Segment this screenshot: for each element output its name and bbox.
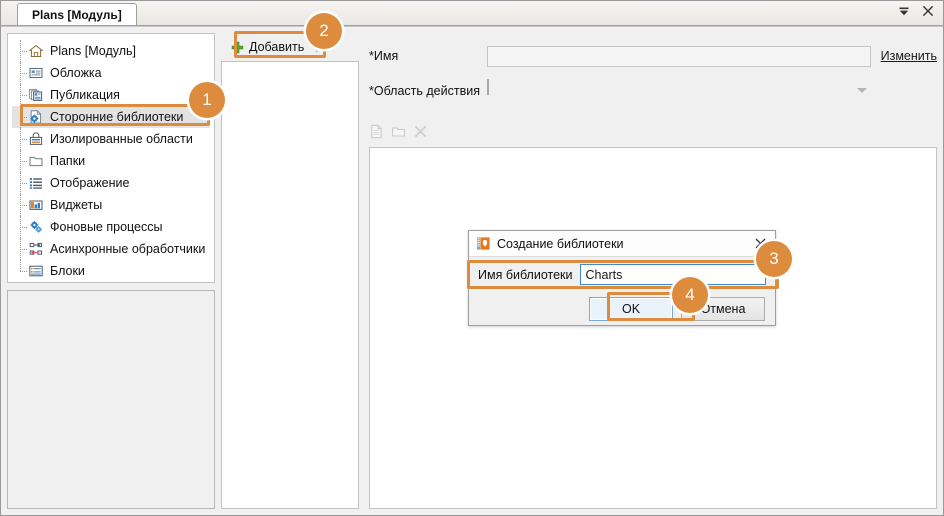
- tree-connector: [16, 62, 28, 84]
- module-editor-window: Plans [Модуль]: [0, 0, 944, 516]
- publication-icon: [28, 87, 44, 103]
- dialog-titlebar: Создание библиотеки: [469, 231, 775, 257]
- window-titlebar: Plans [Модуль]: [1, 1, 943, 26]
- scope-label: *Область действия: [369, 84, 487, 98]
- chevron-down-icon[interactable]: [897, 4, 911, 18]
- dialog-buttons: OK Отмена: [478, 297, 766, 321]
- tree-connector: [16, 238, 28, 260]
- tree-connector: [16, 84, 28, 106]
- dialog-name-row: Имя библиотеки: [478, 264, 766, 285]
- tab-plans-module[interactable]: Plans [Модуль]: [17, 3, 137, 25]
- home-icon: [28, 43, 44, 59]
- tree-connector: [16, 150, 28, 172]
- tree-connector: [16, 194, 28, 216]
- tree-item-label: Папки: [50, 153, 85, 169]
- scope-select-box[interactable]: [487, 79, 489, 95]
- isolated-area-icon: [28, 131, 44, 147]
- tree-item-label: Виджеты: [50, 197, 102, 213]
- dialog-name-field[interactable]: [580, 264, 766, 285]
- tree-item-label: Отображение: [50, 175, 129, 191]
- tree-item-background-processes[interactable]: Фоновые процессы: [12, 216, 210, 238]
- tree-item-third-party-libraries[interactable]: Сторонние библиотеки: [12, 106, 210, 128]
- name-label: *Имя: [369, 49, 487, 63]
- dialog-cancel-button[interactable]: Отмена: [681, 297, 765, 321]
- tree-item-label: Plans [Модуль]: [50, 43, 136, 59]
- tree-item-cover[interactable]: Обложка: [12, 62, 210, 84]
- library-list[interactable]: [221, 61, 359, 509]
- left-column: Plans [Модуль] Обложка: [7, 33, 221, 509]
- tab-label: Plans [Модуль]: [32, 8, 122, 22]
- tree-connector: [16, 216, 28, 238]
- change-link[interactable]: Изменить: [881, 49, 937, 63]
- tree-item-async-handlers[interactable]: Асинхронные обработчики: [12, 238, 210, 260]
- new-file-icon[interactable]: [369, 124, 384, 139]
- tree-connector: [16, 106, 28, 128]
- dialog-name-label: Имя библиотеки: [478, 268, 573, 282]
- gears-icon: [28, 219, 44, 235]
- module-tree[interactable]: Plans [Модуль] Обложка: [7, 33, 215, 283]
- tree-item-folders[interactable]: Папки: [12, 150, 210, 172]
- app-icon: [477, 237, 490, 250]
- scope-select[interactable]: [487, 80, 875, 102]
- tree-item-label: Асинхронные обработчики: [50, 241, 205, 257]
- close-icon[interactable]: [751, 235, 769, 253]
- widgets-icon: [28, 197, 44, 213]
- tree-item-blocks[interactable]: Блоки: [12, 260, 210, 282]
- folder-icon: [28, 153, 44, 169]
- blocks-icon: [28, 263, 44, 279]
- file-toolbar: [369, 119, 937, 143]
- dialog-ok-button[interactable]: OK: [589, 297, 673, 321]
- tree-connector: [16, 260, 28, 282]
- dialog-body: Имя библиотеки OK Отмена: [469, 257, 775, 325]
- tree-item-label: Сторонние библиотеки: [50, 109, 183, 125]
- name-field-row: *Имя Изменить: [369, 45, 937, 67]
- list-icon: [28, 175, 44, 191]
- tree-item-plans-module[interactable]: Plans [Модуль]: [12, 40, 210, 62]
- add-button[interactable]: Добавить: [227, 38, 308, 56]
- scope-field-row: *Область действия: [369, 80, 937, 102]
- async-icon: [28, 241, 44, 257]
- tree-connector: [16, 172, 28, 194]
- name-input[interactable]: [487, 46, 871, 67]
- tree-item-widgets[interactable]: Виджеты: [12, 194, 210, 216]
- tree-connector: [16, 40, 28, 62]
- file-content-area[interactable]: [369, 147, 937, 509]
- dialog-title: Создание библиотеки: [497, 237, 751, 251]
- chevron-down-icon: [857, 88, 867, 93]
- tree-connector: [16, 128, 28, 150]
- library-list-column: Добавить: [221, 33, 365, 509]
- tree-item-label: Фоновые процессы: [50, 219, 163, 235]
- window-controls: [897, 4, 935, 18]
- tree-item-label: Блоки: [50, 263, 85, 279]
- tree-item-publication[interactable]: Публикация: [12, 84, 210, 106]
- tree-item-label: Обложка: [50, 65, 102, 81]
- folder-icon[interactable]: [391, 124, 406, 139]
- card-icon: [28, 65, 44, 81]
- tree-item-label: Изолированные области: [50, 131, 193, 147]
- tree-item-isolated-areas[interactable]: Изолированные области: [12, 128, 210, 150]
- tree-item-display[interactable]: Отображение: [12, 172, 210, 194]
- tree-item-label: Публикация: [50, 87, 120, 103]
- close-icon[interactable]: [921, 4, 935, 18]
- close-x-icon: [314, 40, 328, 54]
- plus-icon: [231, 41, 244, 54]
- library-list-toolbar: Добавить: [221, 33, 359, 61]
- delete-x-icon[interactable]: [413, 124, 428, 139]
- properties-panel: [7, 290, 215, 509]
- create-library-dialog: Создание библиотеки Имя библиотеки OK От…: [468, 230, 776, 326]
- library-gear-icon: [28, 109, 44, 125]
- add-button-label: Добавить: [249, 40, 304, 54]
